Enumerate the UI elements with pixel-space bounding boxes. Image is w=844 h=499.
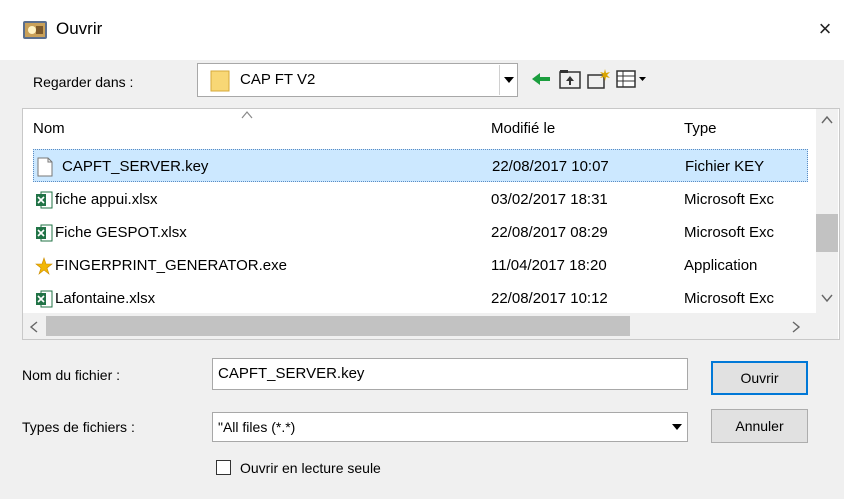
file-name: FINGERPRINT_GENERATOR.exe	[55, 257, 287, 274]
filetype-label: Types de fichiers :	[22, 419, 135, 435]
filetype-value: "All files (*.*)	[218, 419, 296, 435]
file-name: Fiche GESPOT.xlsx	[55, 224, 187, 241]
look-in-combo[interactable]: CAP FT V2	[197, 63, 518, 97]
file-icon	[37, 157, 53, 177]
vertical-scrollbar[interactable]	[816, 109, 838, 313]
file-list[interactable]: Nom Modifié le Type CAPFT_SERVER.key 22/…	[22, 108, 840, 340]
readonly-label[interactable]: Ouvrir en lecture seule	[240, 459, 381, 477]
application-icon	[35, 257, 53, 275]
filename-label: Nom du fichier :	[22, 367, 121, 383]
look-in-label: Regarder dans :	[33, 74, 134, 90]
table-row[interactable]: Fiche GESPOT.xlsx 22/08/2017 08:29 Micro…	[33, 216, 808, 249]
file-name: fiche appui.xlsx	[55, 191, 158, 208]
chevron-down-icon	[672, 424, 682, 430]
file-modified: 03/02/2017 18:31	[491, 191, 608, 208]
app-icon	[23, 21, 47, 39]
close-button[interactable]: ×	[812, 16, 838, 42]
file-type: Fichier KEY	[685, 158, 765, 175]
chevron-down-icon	[504, 77, 514, 83]
readonly-checkbox[interactable]	[216, 460, 231, 475]
new-folder-icon[interactable]	[586, 66, 612, 92]
view-menu-icon[interactable]	[615, 66, 649, 92]
table-row[interactable]: CAPFT_SERVER.key 22/08/2017 10:07 Fichie…	[33, 149, 808, 182]
file-modified: 22/08/2017 10:07	[492, 158, 609, 175]
horizontal-scroll-thumb[interactable]	[46, 316, 630, 336]
folder-icon	[210, 70, 230, 92]
look-in-dropdown-button[interactable]	[499, 65, 517, 95]
file-type: Microsoft Exc	[684, 290, 775, 307]
filetype-select[interactable]: "All files (*.*)	[212, 412, 688, 442]
file-modified: 22/08/2017 10:12	[491, 290, 608, 307]
file-name: Lafontaine.xlsx	[55, 290, 156, 307]
title-bar	[0, 0, 844, 60]
table-row[interactable]: Lafontaine.xlsx 22/08/2017 10:12 Microso…	[33, 282, 808, 315]
table-row[interactable]: FINGERPRINT_GENERATOR.exe 11/04/2017 18:…	[33, 249, 808, 282]
scroll-down-icon[interactable]	[818, 290, 836, 306]
scroll-right-icon[interactable]	[788, 318, 804, 336]
file-type: Microsoft Exc	[684, 224, 775, 241]
file-modified: 11/04/2017 18:20	[491, 257, 607, 274]
column-header-modified[interactable]: Modifié le	[491, 119, 555, 139]
open-button[interactable]: Ouvrir	[711, 361, 808, 395]
excel-icon	[36, 224, 53, 242]
vertical-scroll-thumb[interactable]	[816, 214, 838, 252]
back-arrow-icon[interactable]	[528, 66, 554, 92]
column-header-name[interactable]: Nom	[33, 119, 65, 139]
file-type: Microsoft Exc	[684, 191, 775, 208]
file-type: Application	[684, 257, 758, 274]
up-folder-icon[interactable]	[557, 66, 583, 92]
window-title: Ouvrir	[56, 19, 103, 38]
column-header-type[interactable]: Type	[684, 119, 717, 139]
file-name: CAPFT_SERVER.key	[62, 158, 209, 175]
look-in-value: CAP FT V2	[240, 71, 316, 88]
excel-icon	[36, 290, 53, 308]
scroll-left-icon[interactable]	[26, 318, 42, 336]
excel-icon	[36, 191, 53, 209]
file-modified: 22/08/2017 08:29	[491, 224, 608, 241]
filename-value: CAPFT_SERVER.key	[218, 365, 365, 382]
sort-ascending-icon	[241, 111, 253, 119]
table-row[interactable]: fiche appui.xlsx 03/02/2017 18:31 Micros…	[33, 183, 808, 216]
cancel-button[interactable]: Annuler	[711, 409, 808, 443]
scroll-up-icon[interactable]	[818, 112, 836, 128]
filetype-dropdown-button[interactable]	[667, 414, 687, 440]
filename-input[interactable]: CAPFT_SERVER.key	[212, 358, 688, 390]
